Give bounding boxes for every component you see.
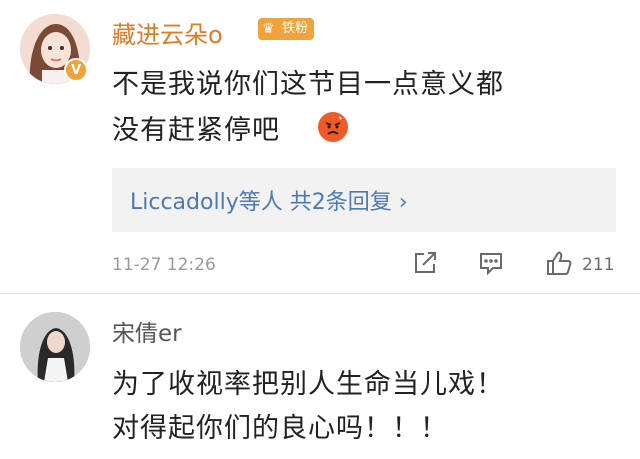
like-count: 211: [582, 255, 615, 275]
comment-text-line1: 不是我说你们这节目一点意义都: [112, 69, 504, 100]
comment-text-line2: 没有赶紧停吧: [112, 115, 280, 146]
comment-text-line1: 为了收视率把别人生命当儿戏！: [112, 369, 504, 400]
fan-badge: ♛ 铁粉: [258, 18, 315, 40]
avatar[interactable]: [20, 312, 90, 382]
replies-link[interactable]: Liccadolly等人 共2条回复 ›: [130, 184, 408, 216]
replies-summary[interactable]: Liccadolly等人 共2条回复 ›: [112, 168, 616, 232]
timestamp: 11-27 12:26: [112, 255, 216, 275]
like-icon[interactable]: [544, 248, 574, 278]
verified-badge-icon: V: [64, 58, 88, 82]
comment-text-line2: 对得起你们的良心吗！！！: [112, 413, 448, 444]
share-icon[interactable]: [410, 248, 440, 278]
fan-badge-label: 铁粉: [282, 21, 309, 36]
comment-icon[interactable]: [476, 248, 506, 278]
crown-icon: ♛: [262, 21, 275, 37]
divider: [0, 293, 640, 294]
username[interactable]: 藏进云朵o: [112, 15, 223, 50]
angry-face-emoji-icon: [318, 112, 348, 142]
username[interactable]: 宋倩er: [112, 314, 182, 348]
